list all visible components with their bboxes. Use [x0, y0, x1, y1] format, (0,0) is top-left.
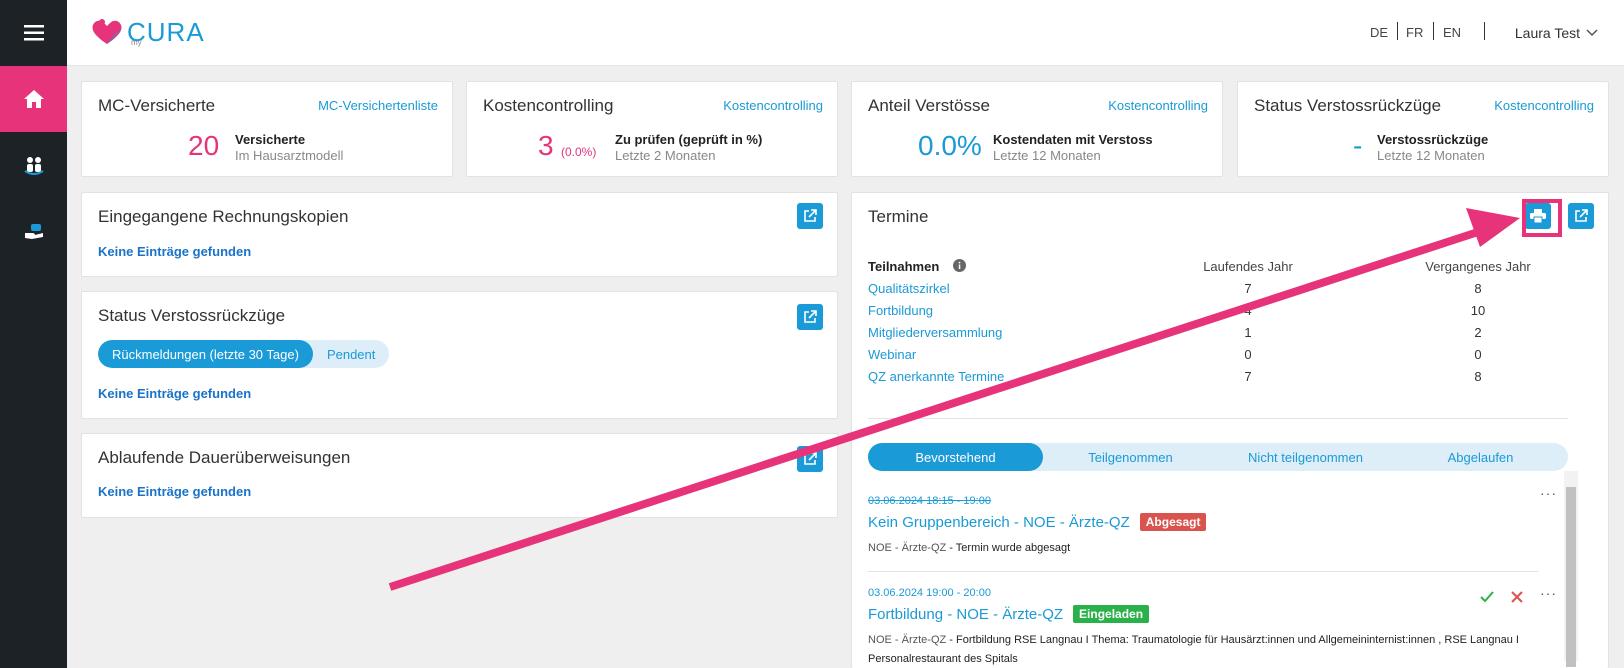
- annotation-arrow: [388, 208, 1520, 591]
